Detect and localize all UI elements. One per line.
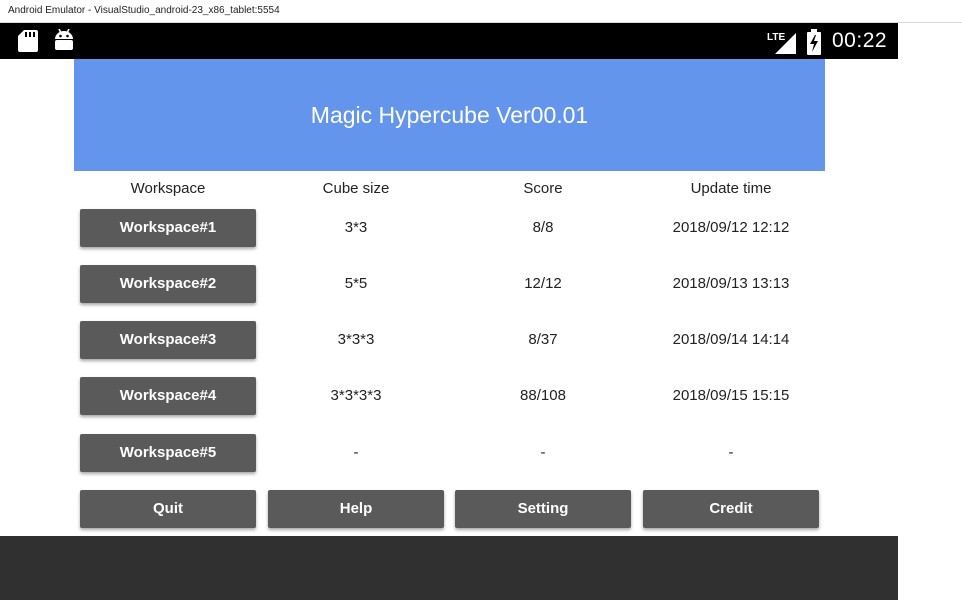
score-cell: - xyxy=(540,444,546,461)
update-time-cell: 2018/09/12 12:12 xyxy=(672,219,790,236)
help-button[interactable]: Help xyxy=(268,490,444,528)
update-time-cell: 2018/09/13 13:13 xyxy=(672,275,790,292)
header-workspace: Workspace xyxy=(130,180,206,197)
cube-size-cell: 3*3*3*3 xyxy=(330,387,382,404)
score-cell: 12/12 xyxy=(524,275,562,292)
score-cell: 8/8 xyxy=(532,219,554,236)
update-time-cell: - xyxy=(728,444,734,461)
cube-size-cell: - xyxy=(353,444,359,461)
app-title: Magic Hypercube Ver00.01 xyxy=(310,102,589,128)
table-row: Workspace#3 3*3*3 8/37 2018/09/14 14:14 xyxy=(0,321,898,359)
quit-button[interactable]: Quit xyxy=(80,490,256,528)
table-row: Workspace#2 5*5 12/12 2018/09/13 13:13 xyxy=(0,265,898,303)
lte-label: LTE xyxy=(767,32,785,43)
app-screen: Magic Hypercube Ver00.01 Workspace Cube … xyxy=(0,59,898,536)
battery-charging-icon xyxy=(807,29,821,55)
window-title: Android Emulator - VisualStudio_android-… xyxy=(8,5,280,16)
status-clock: 00:22 xyxy=(832,29,888,52)
navigation-bar-area xyxy=(0,536,898,600)
table-row: Workspace#1 3*3 8/8 2018/09/12 12:12 xyxy=(0,209,898,247)
table-row: Workspace#4 3*3*3*3 88/108 2018/09/15 15… xyxy=(0,377,898,415)
workspace-5-button[interactable]: Workspace#5 xyxy=(80,434,256,472)
app-header: Magic Hypercube Ver00.01 xyxy=(74,59,825,171)
setting-button[interactable]: Setting xyxy=(455,490,631,528)
workspace-1-button[interactable]: Workspace#1 xyxy=(80,209,256,247)
cube-size-cell: 3*3 xyxy=(344,219,368,236)
update-time-cell: 2018/09/14 14:14 xyxy=(672,331,790,348)
android-icon xyxy=(55,29,73,50)
header-update-time: Update time xyxy=(690,180,772,197)
credit-button[interactable]: Credit xyxy=(643,490,819,528)
score-cell: 88/108 xyxy=(520,387,566,404)
cube-size-cell: 3*3*3 xyxy=(337,331,375,348)
emulator-side-strip xyxy=(898,23,962,600)
score-cell: 8/37 xyxy=(528,331,558,348)
emulator-title-bar: Android Emulator - VisualStudio_android-… xyxy=(0,0,962,23)
bottom-button-bar: Quit Help Setting Credit xyxy=(0,490,898,528)
update-time-cell: 2018/09/15 15:15 xyxy=(672,387,790,404)
workspace-3-button[interactable]: Workspace#3 xyxy=(80,321,256,359)
lte-signal-icon: LTE xyxy=(767,32,796,54)
sd-card-icon xyxy=(18,30,38,52)
workspace-4-button[interactable]: Workspace#4 xyxy=(80,377,256,415)
workspace-2-button[interactable]: Workspace#2 xyxy=(80,265,256,303)
header-score: Score xyxy=(523,180,563,197)
android-status-bar: LTE 00:22 xyxy=(0,23,898,59)
header-cube-size: Cube size xyxy=(322,180,390,197)
cube-size-cell: 5*5 xyxy=(344,275,368,292)
table-row: Workspace#5 - - - xyxy=(0,434,898,472)
